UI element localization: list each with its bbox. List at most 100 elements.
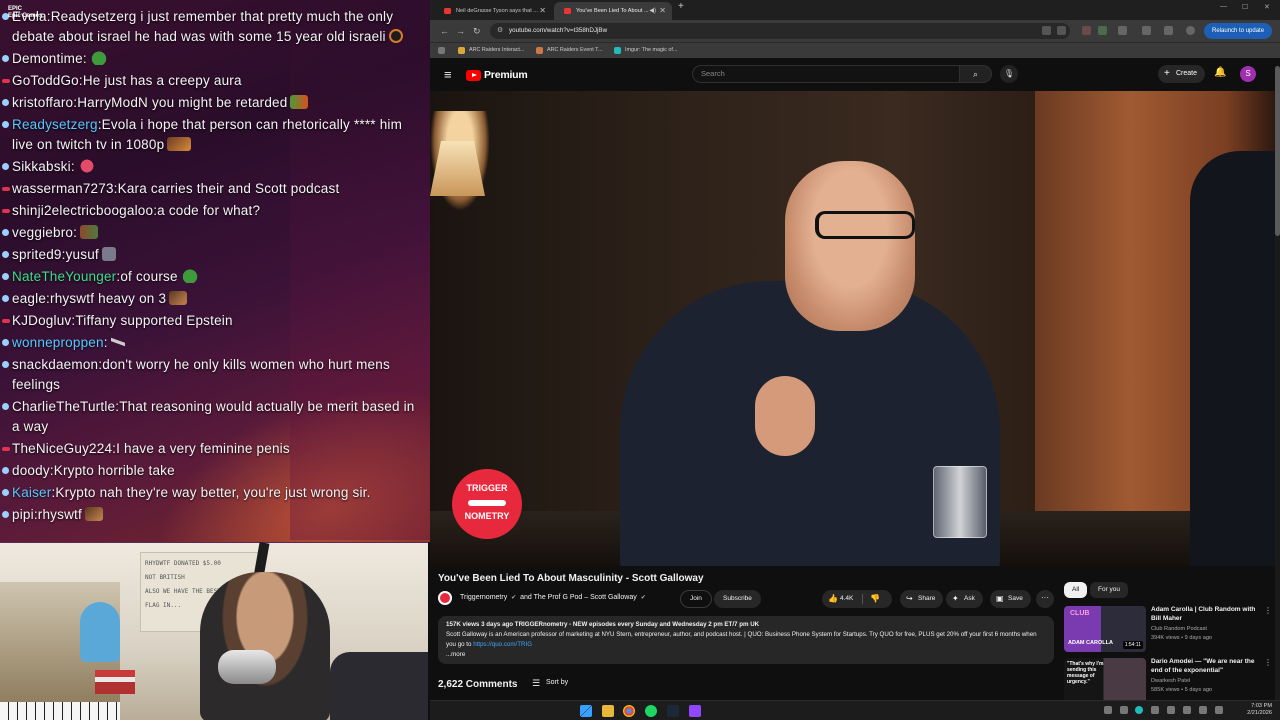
extensions-puzzle-icon[interactable] — [1118, 26, 1127, 35]
spotify-icon[interactable] — [645, 705, 657, 717]
chat-username[interactable]: CharlieTheTurtle — [12, 399, 115, 414]
close-window-icon[interactable]: ✕ — [1264, 3, 1270, 11]
speaker-icon[interactable]: ◀) — [649, 2, 656, 20]
chat-username[interactable]: pipi — [12, 507, 34, 522]
forward-icon[interactable]: → — [456, 25, 465, 37]
chat-username[interactable]: sprited9 — [12, 247, 62, 262]
video-description[interactable]: 157K views 3 days ago TRIGGERnometry - N… — [438, 616, 1054, 664]
maximize-icon[interactable]: ☐ — [1242, 3, 1248, 11]
channel-avatar[interactable] — [438, 591, 452, 605]
hamburger-menu-icon[interactable]: ≡ — [444, 67, 452, 82]
chat-username[interactable]: Sikkabski — [12, 159, 71, 174]
chat-username[interactable]: Demontime — [12, 51, 83, 66]
more-vertical-icon[interactable]: ⋮ — [1264, 658, 1272, 667]
reload-icon[interactable]: ↻ — [473, 25, 481, 37]
channel-names[interactable]: Triggernometry ✔ and The Prof G Pod – Sc… — [460, 594, 648, 601]
share-button[interactable]: ↪ Share — [900, 590, 944, 608]
chat-badge-icon — [2, 121, 9, 128]
recommended-video[interactable]: CLUB ADAM CAROLLA 1:54:11 Adam Carolla |… — [1064, 606, 1274, 656]
chip-all[interactable]: All — [1064, 582, 1088, 598]
bookmark-star-icon[interactable] — [1057, 26, 1066, 35]
profile-icon[interactable] — [1186, 26, 1195, 35]
voice-search-button[interactable]: 🎙 — [1000, 65, 1018, 83]
chat-username[interactable]: GoToddGo — [12, 73, 79, 88]
video-thumbnail[interactable]: CLUB ADAM CAROLLA 1:54:11 — [1064, 606, 1146, 652]
video-thumbnail[interactable]: "That's why I'm sending this message of … — [1064, 658, 1146, 702]
tray-icon[interactable] — [1104, 706, 1112, 714]
thumbs-down-icon[interactable]: 👎 — [870, 590, 880, 608]
chat-username[interactable]: snackdaemon — [12, 357, 98, 372]
video-player[interactable]: TRIGGER NOMETRY — [430, 91, 1275, 566]
chat-username[interactable]: NateTheYounger — [12, 269, 116, 284]
sort-by-button[interactable]: ☰ Sort by — [532, 678, 568, 688]
chat-username[interactable]: doody — [12, 463, 50, 478]
chat-username[interactable]: eagle — [12, 291, 46, 306]
new-tab-button[interactable]: + — [678, 1, 684, 12]
chat-username[interactable]: veggiebro — [12, 225, 73, 240]
create-button[interactable]: + Create — [1158, 65, 1206, 83]
back-icon[interactable]: ← — [440, 25, 449, 37]
relaunch-button[interactable]: Relaunch to update — [1204, 23, 1273, 39]
channel-name-secondary[interactable]: The Prof G Pod – Scott Galloway — [534, 594, 637, 601]
recommended-title[interactable]: Dario Amodei — "We are near the end of t… — [1151, 658, 1263, 675]
chat-username[interactable]: shinji2electricboogaloo — [12, 203, 153, 218]
steam-icon[interactable] — [667, 705, 679, 717]
volume-icon[interactable] — [1215, 706, 1223, 714]
browser-tab-1[interactable]: Neil deGrasse Tyson says that ... ✕ — [434, 2, 552, 20]
save-button[interactable]: ▣ Save — [990, 590, 1031, 608]
chat-username[interactable]: KJDogluv — [12, 313, 71, 328]
description-link[interactable]: https://quo.com/TRIG — [473, 641, 532, 648]
tray-icon[interactable] — [1183, 706, 1191, 714]
install-icon[interactable] — [1042, 26, 1051, 35]
obs-icon[interactable] — [689, 705, 701, 717]
url-input[interactable]: ⚙ youtube.com/watch?v=t358hDJjBw — [490, 23, 1070, 39]
tray-icon[interactable] — [1167, 706, 1175, 714]
chip-for-you[interactable]: For you — [1090, 582, 1129, 598]
like-dislike-bar[interactable]: 👍 4.4K 👎 — [822, 590, 892, 608]
search-button[interactable]: ⌕ — [960, 65, 992, 83]
chat-username[interactable]: kristoffaro — [12, 95, 73, 110]
scrollbar-thumb[interactable] — [1275, 66, 1280, 236]
chrome-icon[interactable] — [623, 705, 635, 717]
tray-icon[interactable] — [1135, 706, 1143, 714]
chat-username[interactable]: wasserman7273 — [12, 181, 114, 196]
chat-username[interactable]: Readysetzerg — [12, 117, 98, 132]
close-tab-icon[interactable]: ✕ — [659, 2, 666, 20]
minimize-icon[interactable]: — — [1220, 3, 1227, 10]
subscribe-button[interactable]: Subscribe — [714, 590, 761, 608]
notifications-bell-icon[interactable]: 🔔 — [1214, 67, 1226, 78]
bookmark-item[interactable]: ARC Raiders Event T... — [536, 43, 602, 58]
chat-username[interactable]: Kaiser — [12, 485, 51, 500]
ask-button[interactable]: ✦ Ask — [946, 590, 983, 608]
tray-icon[interactable] — [1120, 706, 1128, 714]
file-explorer-icon[interactable] — [602, 705, 614, 717]
description-more[interactable]: ...more — [446, 650, 1046, 660]
taskbar-clock[interactable]: 7:03 PM 2/21/2026 — [1238, 703, 1272, 717]
downloads-icon[interactable] — [1164, 26, 1173, 35]
chat-username[interactable]: wonneproppen — [12, 335, 104, 350]
windows-start-icon[interactable] — [580, 705, 592, 717]
more-vertical-icon[interactable]: ⋮ — [1264, 606, 1272, 615]
account-avatar[interactable]: S — [1240, 66, 1256, 82]
site-info-icon[interactable]: ⚙ — [497, 23, 503, 39]
side-panel-icon[interactable] — [1142, 26, 1151, 35]
channel-name-primary[interactable]: Triggernometry — [460, 594, 507, 601]
extension-icon[interactable] — [1098, 26, 1107, 35]
recommended-video[interactable]: "That's why I'm sending this message of … — [1064, 658, 1274, 702]
join-button[interactable]: Join — [680, 590, 712, 608]
youtube-badge-icon — [2, 79, 10, 83]
chat-username[interactable]: TheNiceGuy224 — [12, 441, 112, 456]
thumbs-up-icon[interactable]: 👍 — [828, 590, 838, 608]
bookmark-item[interactable]: ARC Raiders Interact... — [458, 43, 524, 58]
search-input[interactable]: Search — [692, 65, 960, 83]
wifi-icon[interactable] — [1199, 706, 1207, 714]
recommended-channel[interactable]: Club Random Podcast — [1151, 626, 1207, 632]
recommended-channel[interactable]: Dwarkesh Patel — [1151, 678, 1190, 684]
more-actions-button[interactable]: ··· — [1036, 590, 1054, 608]
recommended-title[interactable]: Adam Carolla | Club Random with Bill Mah… — [1151, 606, 1263, 623]
tray-icon[interactable] — [1151, 706, 1159, 714]
browser-tab-2[interactable]: You've Been Lied To About ... ◀) ✕ — [554, 2, 672, 20]
bookmark-item[interactable]: Imgur: The magic of... — [614, 43, 677, 58]
extension-icon[interactable] — [1082, 26, 1091, 35]
close-tab-icon[interactable]: ✕ — [539, 2, 546, 20]
